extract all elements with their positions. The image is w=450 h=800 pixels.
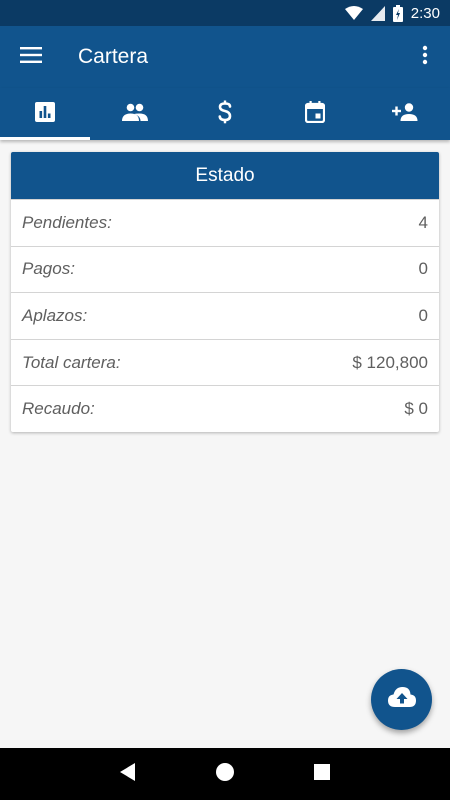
people-icon	[122, 103, 148, 126]
tab-agregar-cliente[interactable]	[360, 88, 450, 140]
row-label: Total cartera:	[22, 352, 121, 372]
list-item: Pendientes: 4	[11, 199, 439, 246]
tab-calendario[interactable]	[270, 88, 360, 140]
upload-fab[interactable]	[371, 669, 432, 730]
back-button[interactable]	[108, 754, 148, 794]
wifi-icon	[344, 5, 363, 21]
tab-estado[interactable]	[0, 88, 90, 140]
bar-chart-icon	[34, 101, 56, 128]
more-vert-icon	[422, 45, 428, 70]
more-options-button[interactable]	[400, 26, 450, 88]
status-bar: 2:30	[0, 0, 450, 26]
row-label: Recaudo:	[22, 399, 95, 419]
list-item: Total cartera: $ 120,800	[11, 338, 439, 386]
status-time: 2:30	[410, 4, 440, 22]
row-value: 0	[418, 305, 428, 325]
home-button[interactable]	[205, 754, 245, 794]
recents-icon	[313, 763, 330, 785]
list-item: Pagos: 0	[11, 245, 439, 293]
person-add-icon	[392, 102, 418, 126]
home-icon	[215, 762, 234, 786]
back-icon	[120, 762, 136, 786]
recents-button[interactable]	[302, 754, 342, 794]
list-item: Aplazos: 0	[11, 292, 439, 339]
menu-button[interactable]	[0, 26, 62, 88]
system-nav-bar	[0, 748, 450, 800]
row-value: $ 120,800	[352, 352, 428, 372]
row-label: Aplazos:	[22, 305, 88, 325]
row-value: 0	[418, 259, 428, 279]
row-label: Pendientes:	[22, 212, 112, 232]
row-label: Pagos:	[22, 259, 75, 279]
battery-icon	[392, 4, 403, 22]
estado-card: Estado Pendientes: 4 Pagos: 0 Aplazos: 0…	[11, 152, 439, 432]
row-value: 4	[418, 212, 428, 232]
card-title: Estado	[11, 152, 439, 199]
row-value: $ 0	[404, 399, 428, 419]
tab-pagos[interactable]	[180, 88, 270, 140]
page-title: Cartera	[78, 45, 149, 68]
app-bar: Cartera	[0, 26, 450, 88]
tab-bar	[0, 88, 450, 140]
cloud-upload-icon	[387, 687, 416, 712]
cell-signal-icon	[370, 5, 385, 21]
menu-icon	[20, 46, 42, 68]
dollar-icon	[217, 100, 233, 129]
list-item: Recaudo: $ 0	[11, 385, 439, 432]
calendar-icon	[304, 100, 326, 128]
tab-clientes[interactable]	[90, 88, 180, 140]
